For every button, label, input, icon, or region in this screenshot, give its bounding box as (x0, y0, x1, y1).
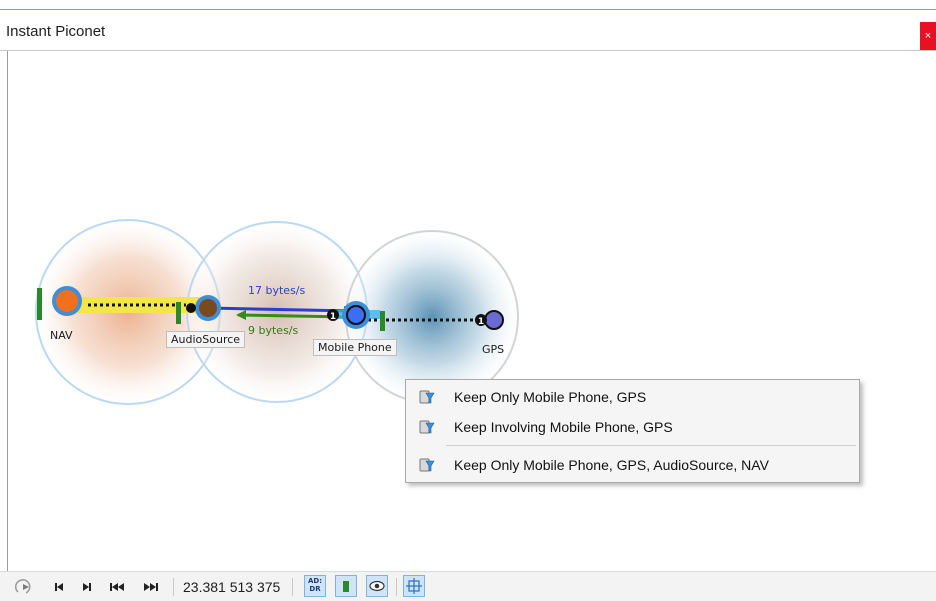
layout-toggle[interactable] (403, 575, 425, 597)
nav-activity-bar (37, 288, 42, 320)
menu-item-label: Keep Involving Mobile Phone, GPS (454, 419, 673, 435)
ad-dr-icon: AD: DR (306, 577, 324, 593)
status-bar: 23.381 513 375 AD: DR (0, 571, 936, 601)
dr-label: DR (309, 585, 321, 593)
svg-text:1: 1 (478, 317, 484, 327)
close-button[interactable]: × (920, 22, 936, 50)
play-icon[interactable] (14, 577, 34, 597)
skip-end-icon[interactable] (80, 577, 94, 597)
menu-item-keep-involving-phone-gps[interactable]: Keep Involving Mobile Phone, GPS (406, 412, 859, 442)
filter-icon (419, 420, 435, 434)
battery-toggle[interactable] (335, 575, 357, 597)
audiosource-label: AudioSource (166, 331, 246, 348)
menu-item-label: Keep Only Mobile Phone, GPS, AudioSource… (454, 457, 769, 473)
window-title: Instant Piconet (6, 23, 106, 40)
phone-activity-bar (380, 311, 385, 331)
rewind-icon[interactable] (108, 577, 126, 597)
rate-phone-to-audio: 9 bytes/s (248, 324, 299, 337)
layout-icon (406, 578, 422, 594)
rate-audio-to-phone: 17 bytes/s (248, 284, 306, 297)
battery-icon (343, 581, 349, 592)
ad-label: AD: (307, 577, 323, 585)
nav-node (52, 286, 82, 316)
menu-item-label: Keep Only Mobile Phone, GPS (454, 389, 647, 405)
fast-forward-icon[interactable] (142, 577, 160, 597)
ad-dr-toggle[interactable]: AD: DR (304, 575, 326, 597)
status-separator (396, 578, 397, 596)
menu-item-keep-only-phone-gps[interactable]: Keep Only Mobile Phone, GPS (406, 382, 859, 412)
filter-icon (419, 390, 435, 404)
gps-label: GPS (482, 343, 505, 356)
piconet-graph: 1 1 (35, 219, 519, 405)
filter-icon (419, 458, 435, 472)
svg-text:1: 1 (330, 312, 336, 322)
title-bar: Instant Piconet × (0, 10, 936, 51)
time-readout: 23.381 513 375 (183, 579, 281, 595)
menu-separator (446, 445, 856, 446)
context-menu: Keep Only Mobile Phone, GPS Keep Involvi… (405, 379, 860, 483)
mobile-phone-label: Mobile Phone (313, 339, 397, 356)
nav-label: NAV (50, 329, 73, 342)
piconet-canvas[interactable]: 1 1 NAV AudioSource Mobile Phone GPS 17 … (7, 51, 936, 571)
nav-link-band (67, 297, 202, 313)
eye-icon (369, 580, 385, 592)
audio-activity-bar (176, 302, 181, 324)
status-separator (173, 578, 174, 596)
eye-toggle[interactable] (366, 575, 388, 597)
skip-start-icon[interactable] (52, 577, 66, 597)
menu-item-keep-only-all[interactable]: Keep Only Mobile Phone, GPS, AudioSource… (406, 450, 859, 480)
status-separator (292, 578, 293, 596)
